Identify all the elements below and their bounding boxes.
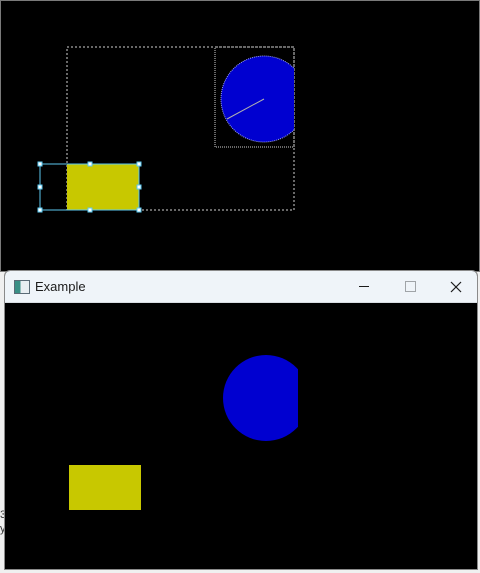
background-text: 3 y bbox=[0, 508, 4, 548]
minimize-icon bbox=[359, 286, 369, 287]
app-icon bbox=[14, 280, 30, 294]
background-text-line: y bbox=[0, 523, 4, 535]
resize-handle-bl[interactable] bbox=[37, 207, 43, 213]
resize-handle-tl[interactable] bbox=[37, 161, 43, 167]
preview-rectangle bbox=[69, 465, 141, 510]
example-window[interactable]: Example bbox=[4, 270, 478, 570]
screen: Example 3 y bbox=[0, 0, 480, 573]
title-bar[interactable]: Example bbox=[5, 271, 477, 303]
minimize-button[interactable] bbox=[341, 271, 387, 302]
preview-circle bbox=[223, 355, 298, 441]
maximize-icon bbox=[404, 281, 416, 292]
preview-background bbox=[5, 303, 477, 569]
design-canvas[interactable] bbox=[0, 0, 480, 272]
resize-handle-b[interactable] bbox=[87, 207, 93, 213]
resize-handle-r[interactable] bbox=[136, 184, 142, 190]
resize-handle-t[interactable] bbox=[87, 161, 93, 167]
window-title: Example bbox=[35, 279, 86, 294]
canvas-background bbox=[1, 1, 479, 271]
maximize-button[interactable] bbox=[387, 271, 433, 302]
rectangle-shape[interactable] bbox=[67, 164, 139, 210]
design-canvas-svg bbox=[1, 1, 479, 271]
close-button[interactable] bbox=[433, 271, 477, 302]
background-text-line: 3 bbox=[0, 509, 4, 521]
close-icon bbox=[450, 281, 462, 292]
resize-handle-br[interactable] bbox=[136, 207, 142, 213]
preview-canvas bbox=[5, 303, 477, 569]
resize-handle-l[interactable] bbox=[37, 184, 43, 190]
resize-handle-tr[interactable] bbox=[136, 161, 142, 167]
preview-canvas-svg bbox=[5, 303, 477, 569]
